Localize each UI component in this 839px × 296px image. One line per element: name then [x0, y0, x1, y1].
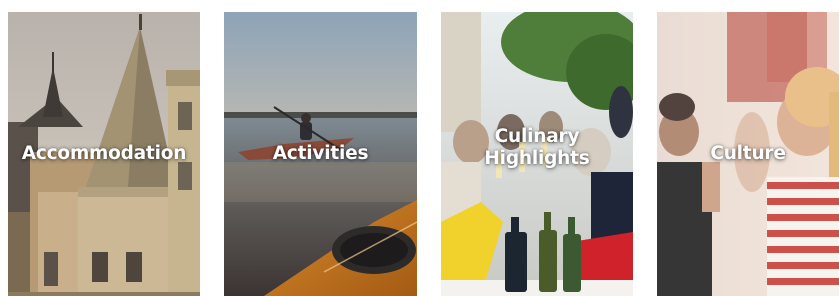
card-accommodation[interactable]: Accommodation — [8, 12, 200, 296]
card-label-accommodation: Accommodation — [21, 143, 187, 164]
card-culture[interactable]: Culture — [657, 12, 839, 296]
card-culinary-highlights[interactable]: Culinary Highlights — [441, 12, 633, 296]
card-label-culture: Culture — [710, 143, 786, 164]
category-card-row: Accommodation Activities Culinary Highli… — [0, 0, 839, 296]
card-activities[interactable]: Activities — [224, 12, 417, 296]
card-label-activities: Activities — [272, 143, 369, 164]
card-label-culinary-highlights: Culinary Highlights — [484, 126, 590, 170]
